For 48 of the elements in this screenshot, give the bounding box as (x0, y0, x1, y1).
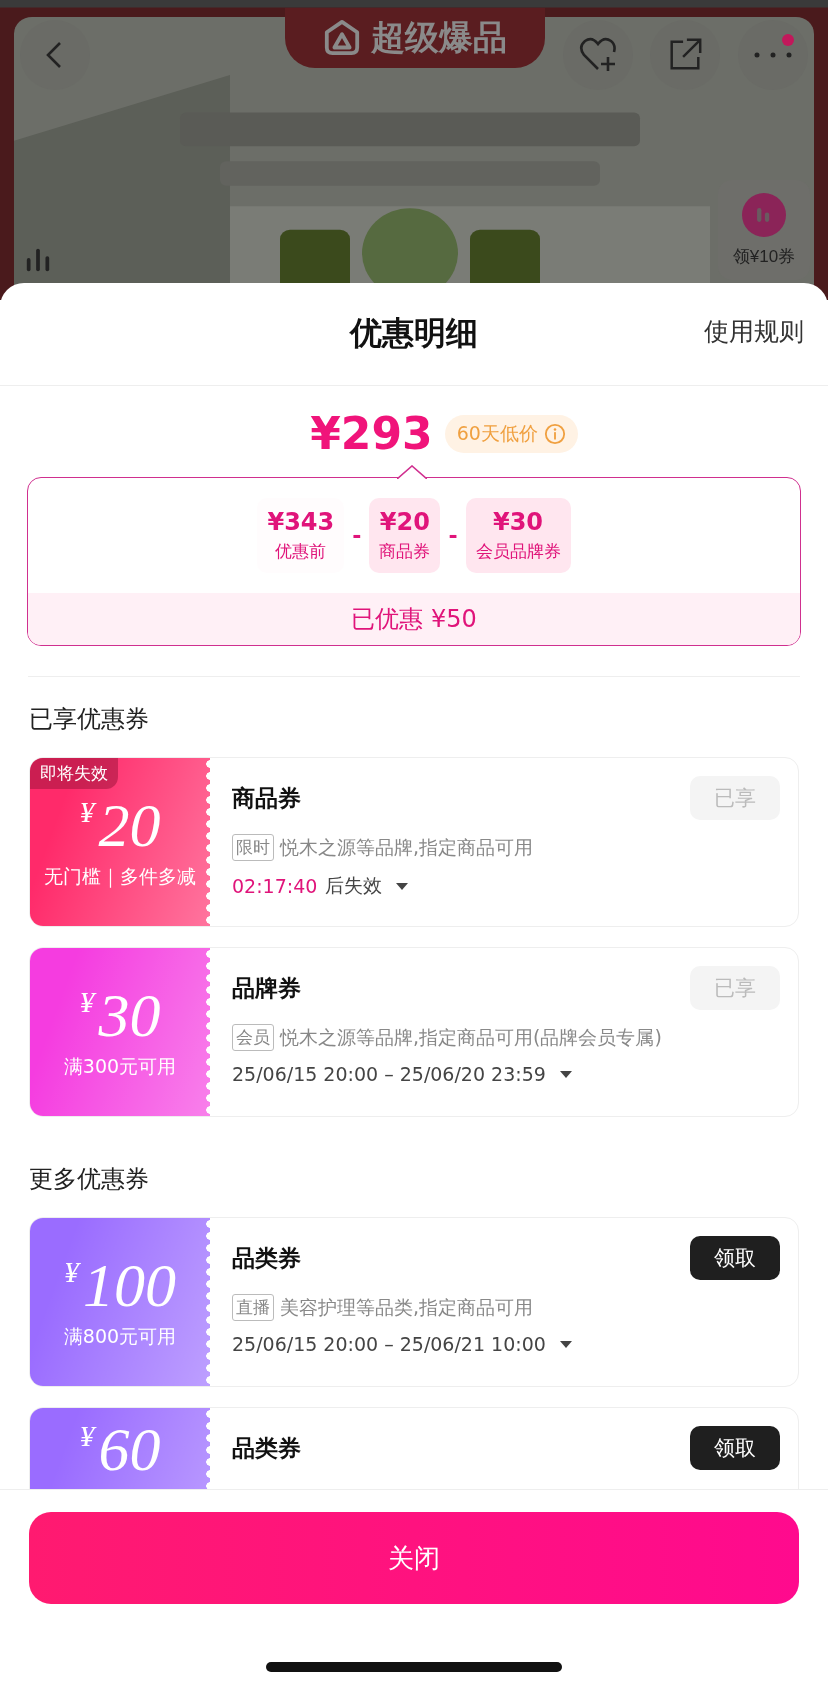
minus-sign: - (448, 523, 458, 548)
close-button[interactable]: 关闭 (29, 1512, 799, 1604)
saved-amount: 已优惠 ¥50 (28, 593, 800, 645)
expiring-flag: 即将失效 (30, 758, 118, 789)
coupon-amount: $^{¥}$100 (64, 1254, 176, 1316)
coupon-condition: 满300元可用 (63, 1054, 177, 1079)
amount-label: 会员品牌券 (475, 540, 561, 563)
amount: ¥343 (267, 508, 335, 536)
validity-text: 25/06/15 20:00 – 25/06/21 10:00 (232, 1333, 546, 1355)
badge-title: 超级爆品 (371, 16, 507, 59)
coupon-action-button[interactable]: 领取 (690, 1236, 780, 1280)
caret-icon[interactable] (396, 882, 409, 890)
coupon-amount: $^{¥}$20 (79, 794, 161, 856)
coupon-tag: 直播 (232, 1294, 274, 1321)
countdown: 02:17:40 (232, 875, 318, 897)
caret-icon[interactable] (559, 1340, 572, 1348)
coupon-amount: $^{¥}$60 (79, 1418, 161, 1480)
coupon-title: 品牌券 (232, 973, 301, 1003)
amount: ¥20 (379, 508, 430, 536)
coupon-title: 品类券 (232, 1433, 301, 1463)
validity-text: 后失效 (325, 873, 383, 898)
caret-icon[interactable] (559, 1070, 572, 1078)
amount: ¥30 (492, 508, 544, 536)
notification-dot (782, 34, 794, 46)
final-price: ¥293 (310, 408, 433, 459)
coupon-tag: 会员 (232, 1024, 274, 1051)
coupon-description: 美容护理等品类,指定商品可用 (280, 1294, 534, 1320)
more-icon (754, 52, 792, 58)
coupon-description: 悦木之源等品牌,指定商品可用 (280, 834, 534, 860)
coupon-tag: 限时 (232, 834, 274, 861)
coupon-title: 品类券 (232, 1243, 301, 1273)
coupon-amount: $^{¥}$30 (79, 984, 161, 1046)
validity-text: 25/06/15 20:00 – 25/06/20 23:59 (232, 1063, 546, 1085)
section-title: 更多优惠券 (29, 1164, 150, 1195)
house-icon (323, 19, 361, 57)
coupon-title: 商品券 (232, 783, 301, 813)
amount-label: 优惠前 (275, 540, 327, 563)
coupon-condition: 无门槛｜多件多减 (44, 864, 196, 890)
amount-label: 商品券 (379, 540, 431, 563)
rules-link[interactable]: 使用规则 (704, 315, 804, 348)
coupon-action-button[interactable]: 领取 (690, 1426, 780, 1470)
info-icon (543, 422, 566, 445)
coupon-condition: 满800元可用 (63, 1324, 177, 1349)
sheet-title: 优惠明细 (350, 313, 478, 354)
badge-text: 60天低价 (456, 420, 538, 446)
section-title: 已享优惠券 (29, 704, 150, 735)
coupon-description: 悦木之源等品牌,指定商品可用(品牌会员专属) (280, 1024, 662, 1050)
minus-sign: - (352, 523, 362, 548)
